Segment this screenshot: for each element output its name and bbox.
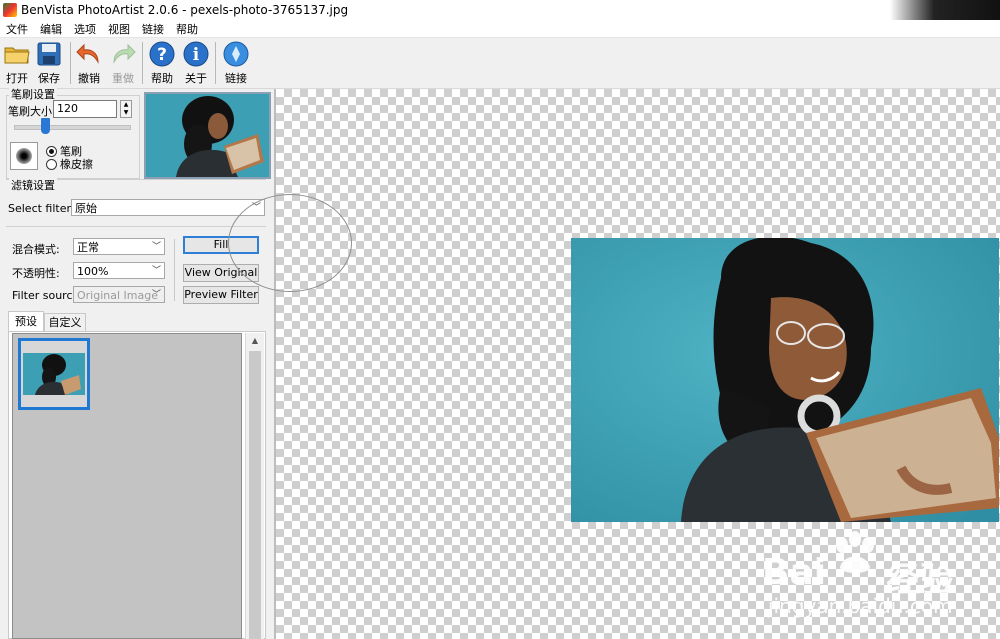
settings-panel: 笔刷设置 笔刷大小: 120 ▲ ▼ 笔刷 橡皮擦 滤镜设置 Select fil… (0, 86, 272, 639)
about-button[interactable]: i 关于 (179, 40, 213, 86)
svg-text:i: i (193, 45, 200, 65)
select-filter-label: Select filter: (8, 202, 75, 215)
chevron-down-icon: ﹀ (151, 242, 161, 252)
info-icon: i (182, 40, 210, 68)
divider (6, 226, 266, 227)
brush-size-spinner[interactable]: ▲ ▼ (120, 100, 132, 118)
filter-group-label: 滤镜设置 (9, 177, 57, 193)
save-button[interactable]: 保存 (32, 40, 66, 86)
app-icon (3, 3, 17, 17)
preset-thumbnail[interactable] (18, 338, 90, 410)
brush-size-label: 笔刷大小: (8, 105, 56, 118)
question-mark-icon: ? (148, 40, 176, 68)
menu-link[interactable]: 链接 (136, 21, 170, 37)
radio-dot-icon (46, 158, 57, 170)
radio-eraser[interactable]: 橡皮擦 (46, 156, 93, 172)
paw-logo-icon (836, 531, 874, 573)
watermark-brand-a: Bai (762, 552, 827, 593)
brush-preview (10, 142, 38, 170)
brush-group-label: 笔刷设置 (9, 86, 57, 102)
open-button[interactable]: 打开 (0, 40, 34, 86)
toolbar: 打开 保存 撤销 重做 ? 帮助 i 关于 链接 (0, 38, 1000, 89)
filter-source-dropdown[interactable]: Original Image ﹀ (73, 286, 165, 303)
toolbar-separator (142, 42, 143, 84)
brush-cursor (228, 194, 352, 292)
baidu-watermark: Bai 经验 jingyan.baidu.com (760, 528, 1000, 639)
scrollbar-thumb[interactable] (249, 351, 261, 639)
redo-arrow-icon (109, 40, 137, 68)
window-controls-area (890, 0, 1000, 20)
divider (174, 239, 175, 301)
scroll-up-arrow-icon[interactable]: ▲ (246, 336, 264, 345)
undo-arrow-icon (75, 40, 103, 68)
opacity-label: 不透明性: (12, 267, 60, 280)
blend-mode-dropdown[interactable]: 正常 ﹀ (73, 238, 165, 255)
floppy-disk-icon (35, 40, 63, 68)
brush-size-slider-track[interactable] (14, 125, 131, 130)
menu-file[interactable]: 文件 (0, 21, 34, 37)
brush-size-slider-thumb[interactable] (41, 118, 51, 134)
select-filter-dropdown[interactable]: 原始 ﹀ (71, 199, 265, 216)
globe-link-icon (222, 40, 250, 68)
radio-dot-icon (46, 145, 57, 157)
soft-brush-icon (16, 148, 32, 164)
chevron-down-icon: ﹀ (151, 266, 161, 276)
folder-icon (3, 40, 31, 68)
link-button[interactable]: 链接 (219, 40, 253, 86)
image-thumbnail[interactable] (144, 92, 271, 179)
menu-options[interactable]: 选项 (68, 21, 102, 37)
tab-custom[interactable]: 自定义 (44, 313, 86, 331)
menu-view[interactable]: 视图 (102, 21, 136, 37)
menu-bar: 文件 编辑 选项 视图 链接 帮助 (0, 20, 1000, 38)
preview-filter-button[interactable]: Preview Filter (183, 286, 259, 304)
watermark-url: jingyan.baidu.com (768, 594, 953, 618)
chevron-down-icon: ﹀ (151, 290, 161, 300)
window-title: BenVista PhotoArtist 2.0.6 - pexels-phot… (21, 3, 349, 17)
redo-button[interactable]: 重做 (106, 40, 140, 86)
svg-text:?: ? (157, 45, 167, 65)
blend-mode-label: 混合模式: (12, 243, 60, 256)
canvas-photo[interactable] (571, 238, 999, 522)
help-button[interactable]: ? 帮助 (145, 40, 179, 86)
title-bar: BenVista PhotoArtist 2.0.6 - pexels-phot… (0, 0, 1000, 20)
opacity-dropdown[interactable]: 100% ﹀ (73, 262, 165, 279)
toolbar-separator (215, 42, 216, 84)
tab-presets[interactable]: 预设 (8, 311, 44, 331)
menu-edit[interactable]: 编辑 (34, 21, 68, 37)
undo-button[interactable]: 撤销 (72, 40, 106, 86)
preset-list-scrollbar[interactable]: ▲ (245, 333, 264, 639)
toolbar-separator (70, 42, 71, 84)
brush-size-input[interactable]: 120 (53, 100, 117, 118)
menu-help[interactable]: 帮助 (170, 21, 204, 37)
